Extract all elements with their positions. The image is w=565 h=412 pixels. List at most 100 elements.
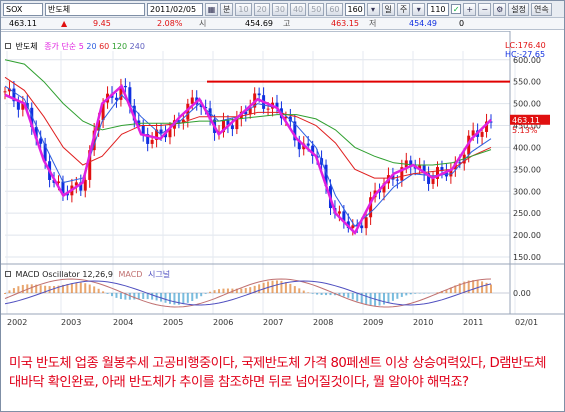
candle-body — [351, 225, 355, 229]
macd-oscillator-bar — [382, 293, 385, 305]
zoom-in-icon[interactable]: + — [463, 2, 477, 16]
x-tick-label: 2011 — [463, 318, 483, 327]
candle-body — [395, 179, 399, 181]
quote-volume: 0 — [459, 19, 465, 28]
day-button[interactable]: 일 — [381, 2, 395, 16]
macd-oscillator-bar — [400, 293, 403, 297]
zoom-out-icon[interactable]: − — [478, 2, 492, 16]
macd-osc-label: MACD Oscillator 12,26,9 — [15, 270, 113, 279]
chart-panel[interactable]: 0.00 600.00 550.00 500.00 450.00 400.00 350.0… — [1, 31, 564, 368]
macd-oscillator-bar — [481, 281, 484, 293]
calendar-icon[interactable]: ▦ — [205, 2, 218, 16]
macd-oscillator-bar — [133, 293, 136, 300]
count-input[interactable]: 160 — [344, 2, 365, 16]
legend-ma-240: 240 — [129, 42, 145, 51]
macd-oscillator-bar — [365, 293, 368, 305]
macd-oscillator-bar — [93, 286, 96, 293]
date-axis: 2002 2003 2004 2005 2006 2007 2008 2009 2010 2011… — [7, 318, 538, 327]
minute-unit-button[interactable]: 분 — [220, 2, 234, 16]
candle-body — [257, 93, 261, 96]
minute-30-button[interactable]: 30 — [271, 2, 288, 16]
macd-oscillator-bar — [284, 282, 287, 293]
legend-ma-120: 120 — [111, 42, 128, 51]
minute-20-button[interactable]: 20 — [253, 2, 270, 16]
candle-body — [306, 143, 310, 146]
candle-body — [337, 211, 341, 214]
settings-button[interactable]: 설정 — [508, 2, 529, 16]
macd-oscillator-bar — [75, 282, 78, 293]
y-tick-label: 350.00 — [513, 165, 541, 174]
macd-oscillator-bar — [79, 282, 82, 293]
macd-oscillator-bar — [186, 293, 189, 303]
minute-40-button[interactable]: 40 — [289, 2, 307, 16]
y-tick-label: 200.00 — [513, 231, 541, 240]
high-label: 고 — [283, 19, 291, 28]
macd-oscillator-bar — [325, 293, 328, 296]
quote-strip: 463.11 ▲ 9.45 2.08% 시 454.69 고 463.15 저 … — [1, 18, 564, 30]
macd-oscillator-bar — [320, 293, 323, 295]
macd-oscillator-bar — [137, 293, 140, 300]
x-tick-label: 2003 — [61, 318, 81, 327]
candle-body — [266, 108, 270, 110]
date-input[interactable]: 2011/02/05 — [147, 2, 203, 16]
macd-oscillator-bar — [329, 293, 332, 296]
macd-oscillator-bar — [115, 293, 118, 298]
macd-series: 0.00 — [4, 278, 531, 308]
macd-oscillator-bar — [8, 290, 11, 293]
candle-body — [480, 131, 484, 137]
minute-10-button[interactable]: 10 — [235, 2, 252, 16]
symbol-name-field: 반도체 — [45, 2, 145, 16]
chevron-down-icon[interactable]: ▾ — [412, 2, 426, 16]
macd-oscillator-bar — [142, 293, 145, 299]
macd-oscillator-bar — [200, 293, 203, 297]
price-axis: 600.00550.00500.00450.00400.00350.00300.… — [510, 56, 550, 262]
gear-icon[interactable]: ⚙ — [493, 2, 507, 16]
y-tick-label: 250.00 — [513, 209, 541, 218]
macd-oscillator-bar — [4, 293, 6, 294]
ma120-line — [4, 59, 492, 166]
week-button[interactable]: 주 — [396, 2, 411, 16]
macd-oscillator-bar — [342, 293, 345, 297]
chart-toolbar: SOX 반도체 2011/02/05 ▦ 분 10 20 30 40 50 60… — [1, 1, 564, 18]
signal-label: 시그널 — [147, 270, 171, 279]
macd-oscillator-bar — [258, 284, 261, 293]
symbol-input[interactable]: SOX — [3, 2, 43, 16]
macd-oscillator-bar — [244, 288, 247, 293]
y-tick-label: 550.00 — [513, 78, 541, 87]
bar-count-input[interactable]: 110 — [427, 2, 450, 16]
minute-50-button[interactable]: 50 — [308, 2, 325, 16]
chain-button[interactable]: 연속 — [530, 2, 552, 16]
macd-oscillator-bar — [111, 293, 114, 297]
legend-ma-20: 20 — [86, 42, 97, 51]
price-chart-svg[interactable]: 0.00 600.00550.00500.00450.00400.00350.0… — [1, 31, 564, 368]
chevron-down-icon[interactable]: ▾ — [366, 2, 380, 16]
macd-legend: MACD Oscillator 12,26,9 MACD 시그널 — [5, 269, 170, 280]
candle-body — [150, 139, 154, 144]
macd-oscillator-bar — [12, 288, 15, 293]
candle-body — [3, 91, 7, 93]
candle-body — [190, 97, 194, 104]
macd-oscillator-bar — [476, 280, 479, 293]
macd-oscillator-bar — [151, 293, 154, 300]
minute-60-button[interactable]: 60 — [326, 2, 343, 16]
macd-oscillator-bar — [262, 282, 265, 293]
macd-oscillator-bar — [378, 293, 381, 306]
macd-oscillator-bar — [88, 284, 91, 293]
macd-oscillator-bar — [490, 284, 492, 293]
option-checkbox[interactable]: ✓ — [451, 4, 462, 14]
macd-oscillator-bar — [298, 288, 301, 293]
price-legend: 반도체 종가 단순 5 20 60 120 240 — [5, 41, 145, 52]
macd-oscillator-bar — [70, 283, 73, 293]
candle-body — [123, 85, 127, 88]
macd-oscillator-bar — [240, 288, 243, 293]
macd-oscillator-bar — [102, 291, 105, 293]
macd-oscillator-bar — [302, 290, 305, 293]
quote-low: 454.49 — [409, 19, 437, 28]
legend-box-icon — [5, 271, 11, 277]
macd-oscillator-bar — [222, 288, 225, 293]
macd-oscillator-bar — [391, 293, 394, 301]
hc-label: HC:-27.65 — [505, 50, 546, 59]
legend-box-icon — [5, 43, 11, 49]
quote-open: 454.69 — [245, 19, 273, 28]
macd-oscillator-bar — [164, 293, 167, 303]
